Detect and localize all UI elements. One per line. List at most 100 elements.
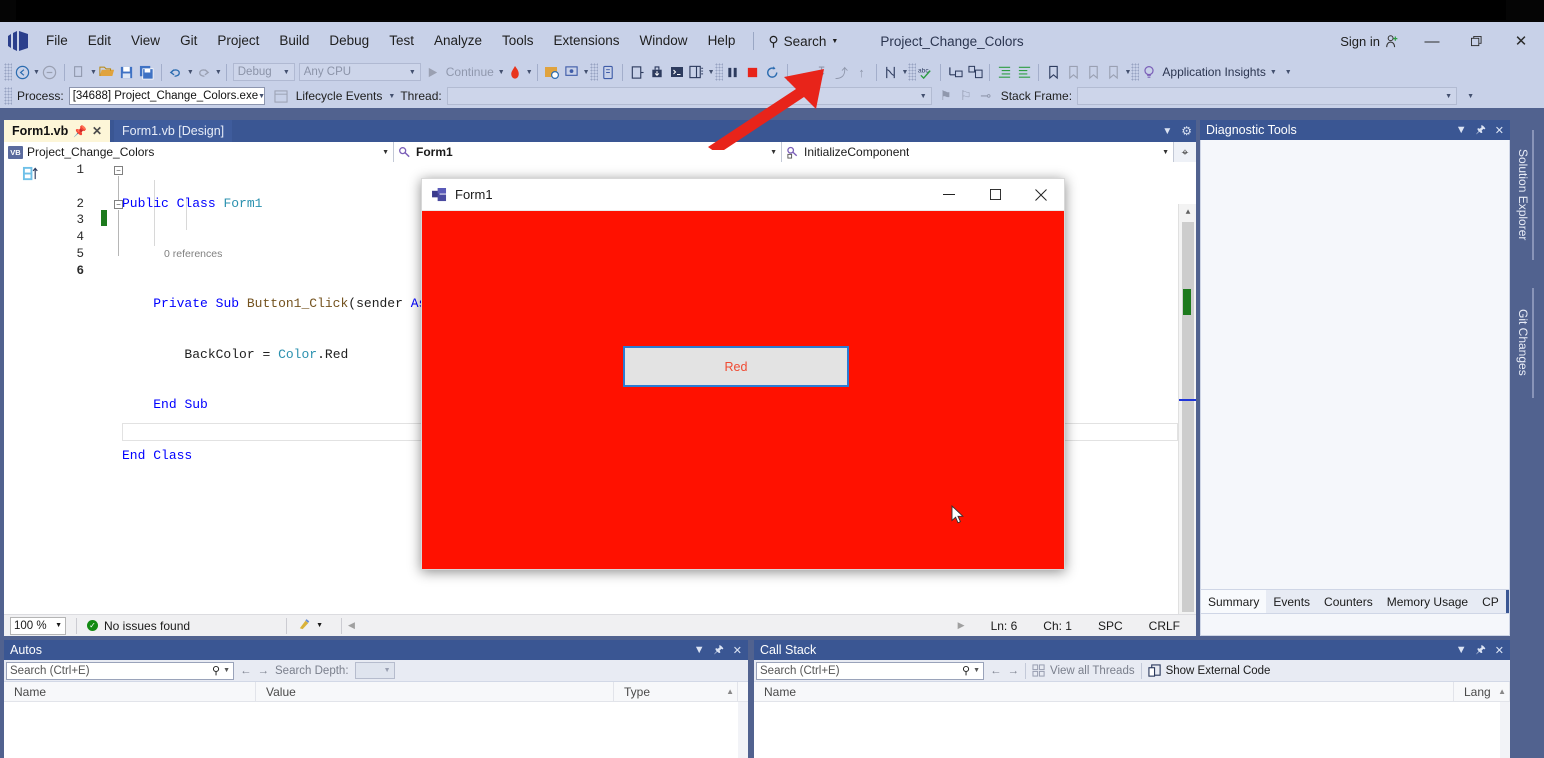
new-item-icon[interactable] [69, 62, 89, 82]
menu-item-window[interactable]: Window [630, 28, 698, 55]
toolbar-overflow-icon[interactable]: ▼ [1285, 69, 1292, 76]
show-external-code-button[interactable]: Show External Code [1148, 664, 1271, 678]
lifecycle-events-label[interactable]: Lifecycle Events [296, 89, 383, 103]
menu-item-edit[interactable]: Edit [78, 28, 121, 55]
line-ending-status[interactable]: CRLF [1149, 619, 1180, 633]
chevron-down-icon[interactable]: ▼ [708, 69, 715, 76]
menu-item-view[interactable]: View [121, 28, 170, 55]
process-dropdown[interactable]: [34688] Project_Change_Colors.exe ▼ [69, 87, 265, 105]
chevron-down-icon[interactable]: ▼ [973, 667, 980, 674]
lightbulb-icon[interactable] [1139, 62, 1159, 82]
indent-mode-status[interactable]: SPC [1098, 619, 1123, 633]
attach-process-icon[interactable] [542, 62, 562, 82]
chevron-down-icon[interactable]: ▼ [526, 69, 533, 76]
chevron-down-icon[interactable]: ▼ [1456, 644, 1467, 656]
search-previous-icon[interactable]: ← [990, 665, 1002, 677]
chevron-down-icon[interactable]: ▼ [902, 69, 909, 76]
close-icon[interactable]: ✕ [1495, 124, 1504, 137]
chevron-down-icon[interactable]: ▼ [33, 69, 40, 76]
tab-form1-vb[interactable]: Form1.vb 📌 ✕ [4, 120, 110, 142]
search-depth-dropdown[interactable]: ▼ [355, 662, 395, 679]
scrollbar-thumb[interactable] [1182, 222, 1194, 612]
restore-button[interactable] [1454, 22, 1498, 60]
pin-icon[interactable]: 🖈 [1476, 641, 1486, 660]
menu-item-tools[interactable]: Tools [492, 28, 544, 55]
search-next-icon[interactable]: → [258, 665, 270, 677]
navbar-type-dropdown[interactable]: Form1 ▼ [394, 142, 782, 162]
autos-grid[interactable] [4, 702, 748, 758]
column-header-name[interactable]: Name [754, 682, 1454, 702]
autos-search-input[interactable]: Search (Ctrl+E) ⚲ ▼ [6, 662, 234, 680]
column-header-name[interactable]: Name [4, 682, 256, 702]
navigate-back-icon[interactable] [12, 62, 32, 82]
search-next-icon[interactable]: → [1008, 665, 1020, 677]
close-icon[interactable]: ✕ [1495, 644, 1504, 657]
menu-item-project[interactable]: Project [207, 28, 269, 55]
snapshot-icon[interactable] [647, 62, 667, 82]
issues-status-label[interactable]: No issues found [104, 619, 190, 633]
application-insights-label[interactable]: Application Insights [1159, 65, 1268, 79]
toolbar-overflow-icon[interactable]: ▼ [1467, 93, 1474, 100]
tab-counters[interactable]: Counters [1317, 590, 1380, 613]
chevron-down-icon[interactable]: ▼ [1270, 69, 1277, 76]
hot-reload-icon[interactable] [505, 62, 525, 82]
call-stack-vertical-scrollbar[interactable] [1500, 702, 1510, 758]
stack-frame-dropdown[interactable]: ▼ [1077, 87, 1457, 105]
diff-icon[interactable] [881, 62, 901, 82]
sign-in-button[interactable]: Sign in [1330, 34, 1410, 49]
code-text[interactable]: Public Class Form1 0 references Private … [122, 162, 426, 548]
menu-item-help[interactable]: Help [698, 28, 746, 55]
toolbar-grip[interactable] [590, 63, 598, 81]
form1-application-window[interactable]: Form1 Red [421, 178, 1065, 570]
navbar-member-dropdown[interactable]: InitializeComponent ▼ [782, 142, 1174, 162]
menu-item-git[interactable]: Git [170, 28, 207, 55]
tab-events[interactable]: Events [1266, 590, 1317, 613]
pin-icon[interactable]: 🖈 [1476, 121, 1486, 140]
pin-icon[interactable]: 🖈 [714, 641, 724, 660]
menu-item-build[interactable]: Build [269, 28, 319, 55]
restart-icon[interactable] [763, 62, 783, 82]
layout-panel-icon[interactable] [687, 62, 707, 82]
chevron-down-icon[interactable]: ▼ [187, 69, 194, 76]
tab-cpu[interactable]: CP [1475, 590, 1506, 613]
toolbar-grip[interactable] [715, 63, 723, 81]
thread-dropdown[interactable]: ▼ [447, 87, 932, 105]
menu-item-debug[interactable]: Debug [319, 28, 379, 55]
step-out-of-code-icon[interactable] [627, 62, 647, 82]
menu-item-analyze[interactable]: Analyze [424, 28, 492, 55]
view-all-threads-button[interactable]: View all Threads [1032, 664, 1135, 677]
zoom-level-dropdown[interactable]: 100 % ▼ [10, 617, 66, 635]
search-previous-icon[interactable]: ← [240, 665, 252, 677]
column-header-lang[interactable]: Lang ▲ [1454, 682, 1510, 702]
chevron-down-icon[interactable]: ▼ [1162, 126, 1172, 137]
close-icon[interactable]: ✕ [733, 644, 742, 657]
toolbar-grip[interactable] [4, 63, 12, 81]
scroll-left-arrow[interactable]: ◀ [348, 620, 355, 631]
editor-vertical-scrollbar[interactable]: ▲ ▼ [1178, 204, 1196, 614]
solution-configuration-dropdown[interactable]: Debug ▼ [233, 63, 295, 81]
immediate-window-icon[interactable] [562, 62, 582, 82]
outdent-icon[interactable] [1014, 62, 1034, 82]
column-header-value[interactable]: Value [256, 682, 614, 702]
tab-memory-usage[interactable]: Memory Usage [1380, 590, 1475, 613]
toolbar-grip[interactable] [1131, 63, 1139, 81]
tab-form1-vb-design[interactable]: Form1.vb [Design] [114, 120, 232, 142]
sidebar-item-solution-explorer[interactable]: Solution Explorer [1512, 120, 1534, 270]
bookmark-icon[interactable] [1043, 62, 1063, 82]
solution-platform-dropdown[interactable]: Any CPU ▼ [299, 63, 421, 81]
chevron-down-icon[interactable]: ▼ [1456, 124, 1467, 136]
call-stack-grid[interactable] [754, 702, 1510, 758]
sidebar-item-git-changes[interactable]: Git Changes [1512, 278, 1534, 406]
tab-summary[interactable]: Summary [1201, 590, 1266, 613]
comment-icon[interactable] [945, 62, 965, 82]
form1-client-area[interactable]: Red [422, 211, 1064, 569]
undo-icon[interactable] [166, 62, 186, 82]
menu-item-extensions[interactable]: Extensions [544, 28, 630, 55]
column-header-type[interactable]: Type ▲ [614, 682, 738, 702]
scroll-up-arrow[interactable]: ▲ [1179, 204, 1196, 220]
diagnostic-tabs-scroll[interactable]: ◀ ▶ [1506, 590, 1510, 613]
toolbar-grip[interactable] [908, 63, 916, 81]
menu-item-file[interactable]: File [36, 28, 78, 55]
form1-title-bar[interactable]: Form1 [422, 179, 1064, 211]
chevron-down-icon[interactable]: ▼ [498, 69, 505, 76]
